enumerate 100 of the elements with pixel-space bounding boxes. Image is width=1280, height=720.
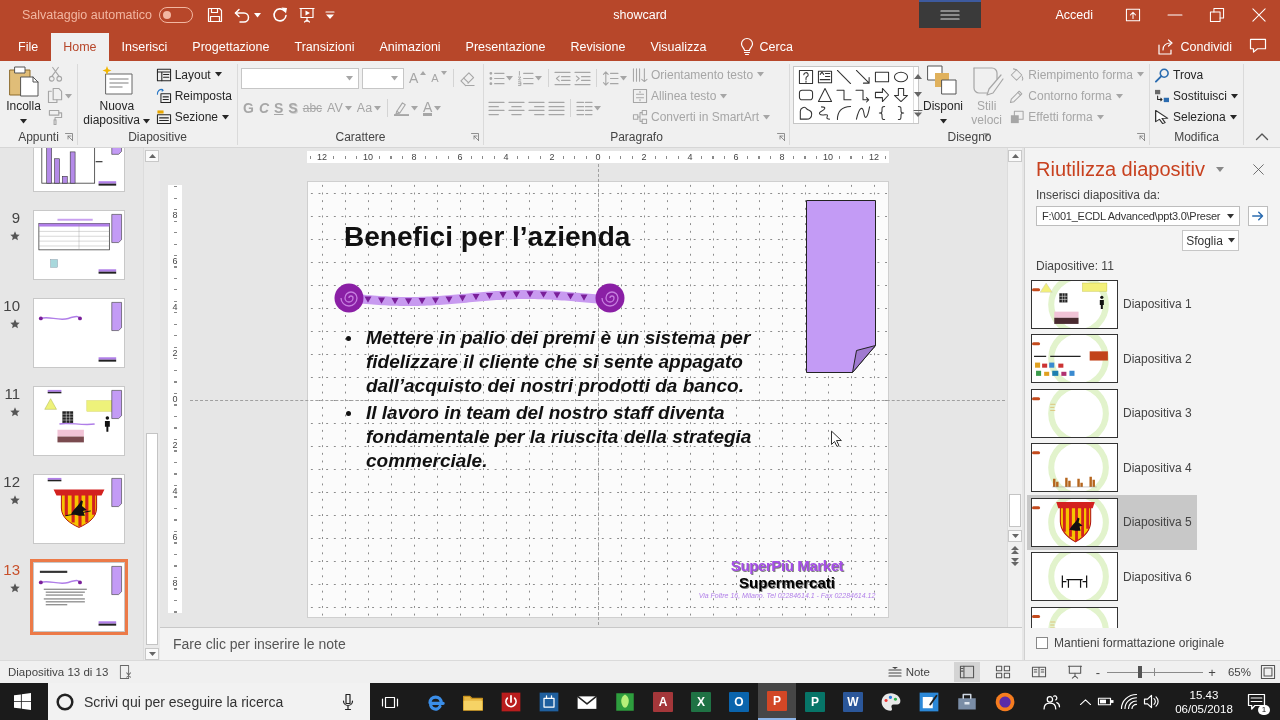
slide-list-item[interactable]: Diapositiva 2 [1027,331,1197,386]
dialog-launcher-icon[interactable] [777,132,785,141]
microphone-icon[interactable] [343,693,353,710]
sign-in-link[interactable]: Accedi [1055,8,1093,22]
scrollbar-thumb[interactable] [146,433,158,645]
elbow-connector-icon[interactable] [837,88,851,102]
slide-title[interactable]: Benefici per l’azienda [344,220,631,254]
dialog-launcher-icon[interactable] [65,132,73,141]
notifications-icon[interactable] [1248,693,1265,710]
normal-view-button[interactable] [953,662,980,682]
slide-list-item[interactable]: Diapositiva 1 [1027,277,1197,332]
ribbon-tab[interactable]: Visualizza [638,33,719,61]
paste-button[interactable]: Incolla [3,64,44,128]
slideshow-screen-icon[interactable] [298,7,315,23]
taskbar-app-button[interactable]: A [644,683,682,720]
people-icon[interactable] [1043,693,1060,710]
zoom-out-button[interactable]: - [1091,664,1104,680]
caret-icon[interactable] [253,12,261,18]
arrange-button[interactable]: Disponi [921,64,966,128]
customize-caret-icon[interactable] [325,11,334,19]
file-path-combobox[interactable]: F:\001_ECDL Advanced\ppt3.0\Preser [1036,206,1240,226]
search-field[interactable]: Scrivi qui per eseguire la ricerca [84,691,343,712]
folded-corner-shape[interactable] [806,200,876,373]
tell-me-button[interactable]: Cerca [731,33,803,61]
ribbon-tab[interactable]: Inserisci [109,33,180,61]
reset-button[interactable]: Reimposta [154,85,234,107]
ribbon-tab[interactable]: Presentazione [453,33,558,61]
ribbon-tab[interactable]: Animazioni [367,33,453,61]
ribbon-tab[interactable]: Transizioni [282,33,367,61]
caret-icon[interactable] [1216,166,1224,172]
scroll-down-button[interactable] [145,648,159,660]
browse-button[interactable]: Sfoglia [1182,230,1239,251]
taskbar-app-button[interactable]: X [682,683,720,720]
checkbox[interactable] [1036,637,1048,649]
notes-field[interactable]: Fare clic per inserire le note [160,627,1022,660]
restore-icon[interactable] [1210,8,1224,22]
curve-icon[interactable] [856,106,870,120]
find-button[interactable]: Trova [1153,64,1241,86]
ribbon-display-icon[interactable] [1126,8,1140,22]
section-button[interactable]: Sezione [154,106,234,128]
zoom-in-button[interactable]: + [1205,664,1218,680]
speaker-icon[interactable] [1144,694,1160,709]
down-arrow-icon[interactable] [894,88,908,102]
bullet-text[interactable]: Il lavoro in team del nostro staff diventa fondamentale per la riuscita della strategia commerciale. [366,401,768,473]
collapse-chevron-icon[interactable] [1256,133,1268,140]
windows-logo-icon[interactable] [14,693,31,710]
comment-icon[interactable] [1250,38,1266,53]
slide-canvas[interactable] [307,181,889,618]
slide-list-item[interactable]: Diapositiva 3 [1027,386,1197,441]
elbow-arrow-icon[interactable] [856,88,870,102]
bullet-text[interactable]: Mettere in palio dei premi è un sistema per fidelizzare il cliente che si sente appagato dall’acquisto dei nostri prodotti da banco. [366,326,768,398]
wifi-icon[interactable] [1121,694,1137,709]
text-box-icon[interactable] [818,70,832,84]
help-box-icon[interactable] [799,70,813,84]
accessibility-check-icon[interactable] [120,665,133,679]
replace-button[interactable]: Sostituisci [1153,85,1241,107]
slide-list-item[interactable]: Diapositiva 5 [1027,495,1197,550]
scroll-down-button[interactable] [1008,530,1022,542]
new-slide-button[interactable]: Nuova diapositiva [81,64,153,128]
go-button[interactable] [1248,206,1268,226]
share-button[interactable]: Condividi [1157,33,1232,61]
ribbon-tab[interactable]: File [6,33,51,61]
close-icon[interactable] [1253,163,1264,175]
taskbar-app-button[interactable]: W [834,683,872,720]
taskbar-app-button[interactable]: P [796,683,834,720]
previous-slide-icon[interactable] [1011,546,1019,554]
rectangle-icon[interactable] [875,70,889,84]
scroll-down-icon[interactable] [914,91,922,97]
ribbon-tab[interactable]: Progettazione [180,33,282,61]
arc-icon[interactable] [837,106,851,120]
clock-time[interactable]: 15.43 [1189,687,1219,702]
more-icon[interactable] [914,109,922,117]
select-button[interactable]: Seleziona [1153,106,1241,128]
notes-button[interactable]: Note [888,666,930,678]
menu-icon[interactable] [941,10,960,20]
ribbon-tab[interactable]: Home [51,33,109,61]
repeat-icon[interactable] [271,7,288,23]
scroll-up-button[interactable] [1008,150,1022,162]
save-icon[interactable] [206,7,223,23]
zoom-level-button[interactable]: 65% [1227,666,1251,678]
undo-icon[interactable] [233,7,250,23]
triangle-icon[interactable] [818,88,832,102]
wavy-band-drawing[interactable] [334,283,625,313]
slide-list-item[interactable]: Diapositiva 6 [1027,549,1197,604]
checkbox-label[interactable]: Mantieni formattazione originale [1054,636,1225,650]
taskbar-app-button[interactable]: P [758,683,796,720]
layout-button[interactable]: Layout [154,64,234,86]
overlay-tab[interactable] [919,0,982,28]
scrollbar-thumb[interactable] [1009,494,1021,527]
fit-to-window-icon[interactable] [1261,665,1275,679]
search-box[interactable]: Scrivi qui per eseguire la ricerca [48,683,370,720]
next-slide-icon[interactable] [1011,558,1019,566]
dialog-launcher-icon[interactable] [1137,132,1145,141]
taskbar-app-button[interactable]: O [720,683,758,720]
scribble-icon[interactable] [818,106,832,120]
freeform-icon[interactable] [799,106,813,120]
scroll-up-icon[interactable] [914,73,922,79]
right-arrow-icon[interactable] [875,88,889,102]
ribbon-tab[interactable]: Revisione [558,33,638,61]
show-hidden-icons-icon[interactable] [1080,698,1091,705]
